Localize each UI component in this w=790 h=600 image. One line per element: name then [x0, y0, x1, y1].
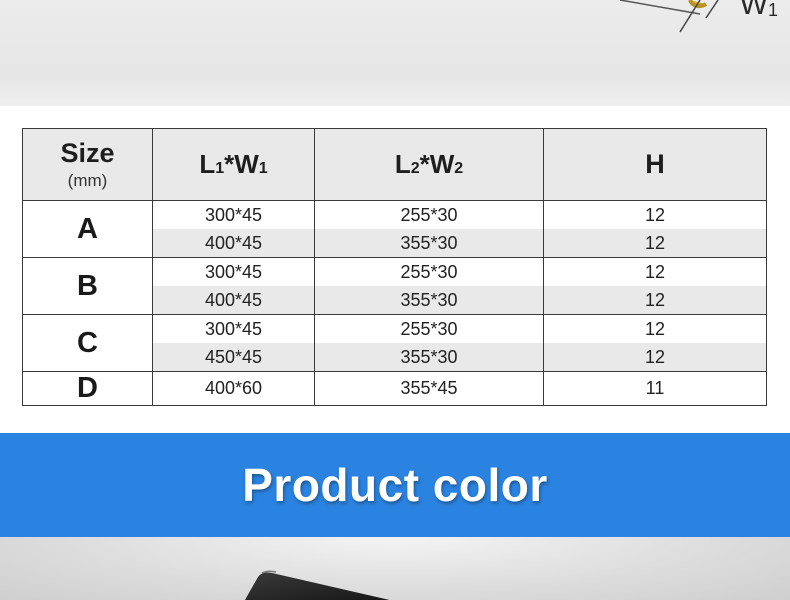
- table-cell: 400*45: [152, 229, 315, 258]
- table-cell: 12: [543, 229, 767, 258]
- table-cell: 400*45: [152, 286, 315, 315]
- table-cell: 355*45: [314, 371, 544, 406]
- header-h: H: [543, 128, 767, 201]
- size-group-label: C: [22, 314, 153, 372]
- table-cell: 12: [543, 286, 767, 315]
- table-row: A 300*45 255*30 12: [22, 200, 767, 258]
- table-cell: 400*60: [152, 371, 315, 406]
- header-l1w1: L1*W1: [152, 128, 315, 201]
- table-cell: 11: [543, 371, 767, 406]
- header-size: Size (mm): [22, 128, 153, 201]
- dimension-label-w1: W1: [739, 0, 778, 21]
- table-cell: 300*45: [152, 200, 315, 229]
- table-cell: 355*30: [314, 343, 544, 372]
- table-cell: 450*45: [152, 343, 315, 372]
- size-table-container: Size (mm) L1*W1 L2*W2 H A 300*45 255*30: [22, 128, 767, 406]
- size-group-label: B: [22, 257, 153, 315]
- ruler-illustration: [619, 0, 719, 33]
- size-group-label: A: [22, 200, 153, 258]
- table-row: B 300*45 255*30 12: [22, 257, 767, 315]
- table-cell: 355*30: [314, 286, 544, 315]
- header-l2w2: L2*W2: [314, 128, 544, 201]
- product-photo: [0, 537, 790, 600]
- table-cell: 300*45: [152, 257, 315, 286]
- size-group-label: D: [22, 371, 153, 406]
- table-cell: 255*30: [314, 314, 544, 343]
- product-color-banner: Product color: [0, 433, 790, 537]
- table-cell: 12: [543, 257, 767, 286]
- size-table: Size (mm) L1*W1 L2*W2 H A 300*45 255*30: [22, 128, 767, 406]
- table-cell: 355*30: [314, 229, 544, 258]
- table-header-row: Size (mm) L1*W1 L2*W2 H: [22, 128, 767, 201]
- table-cell: 255*30: [314, 200, 544, 229]
- table-cell: 300*45: [152, 314, 315, 343]
- dimension-illustration: W1: [0, 0, 790, 106]
- table-cell: 12: [543, 343, 767, 372]
- table-cell: 12: [543, 314, 767, 343]
- table-cell: 255*30: [314, 257, 544, 286]
- table-cell: 12: [543, 200, 767, 229]
- table-row: D 400*60 355*45 11: [22, 371, 767, 406]
- banner-title: Product color: [242, 459, 548, 511]
- product-image: [245, 570, 390, 600]
- table-row: C 300*45 255*30 12: [22, 314, 767, 372]
